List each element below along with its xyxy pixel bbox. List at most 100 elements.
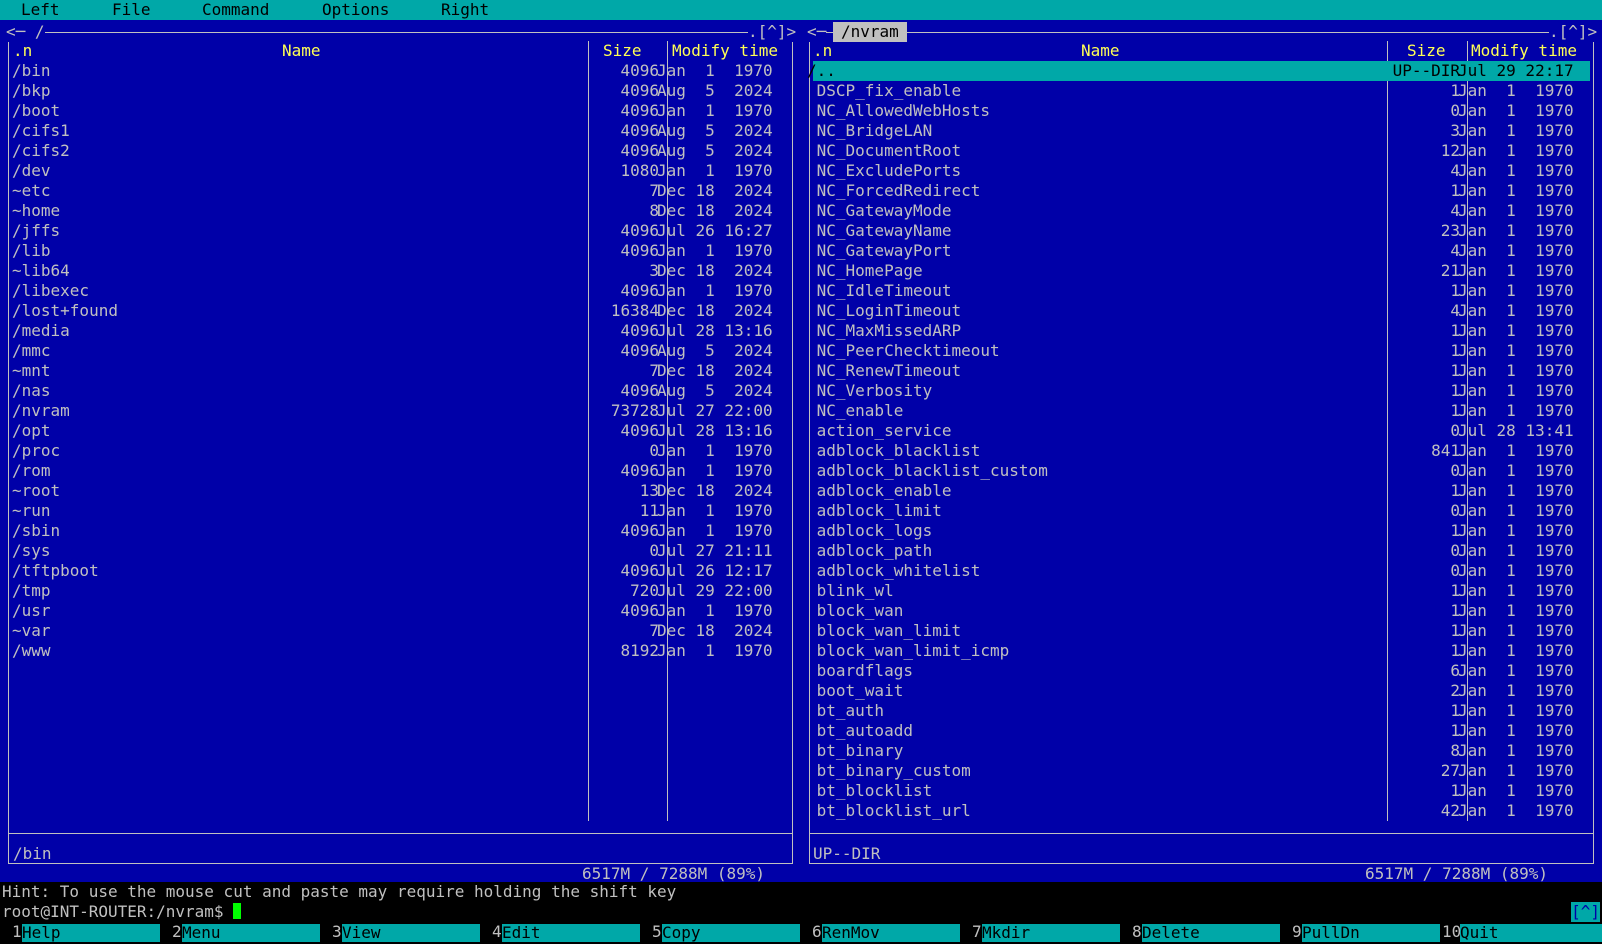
right-panel-path[interactable]: /nvram bbox=[833, 22, 907, 42]
menu-right[interactable]: Right bbox=[441, 0, 489, 20]
left-file-row[interactable]: /libexec 4096 Jan 1 1970 bbox=[12, 281, 789, 301]
fkey-quit-button[interactable]: 10 Quit bbox=[1440, 922, 1602, 944]
right-file-row[interactable]: NC_AllowedWebHosts 0 Jan 1 1970 bbox=[813, 101, 1590, 121]
command-line[interactable]: root@INT-ROUTER:/nvram$ bbox=[0, 902, 1602, 922]
right-file-row[interactable]: adblock_limit 0 Jan 1 1970 bbox=[813, 501, 1590, 521]
right-col-modify-header[interactable]: Modify time bbox=[1471, 41, 1577, 61]
fkey-renmov-button[interactable]: 6 RenMov bbox=[800, 922, 960, 944]
right-file-row[interactable]: DSCP_fix_enable 1 Jan 1 1970 bbox=[813, 81, 1590, 101]
left-file-row[interactable]: /nvram 73728 Jul 27 22:00 bbox=[12, 401, 789, 421]
left-file-row[interactable]: ~root 13 Dec 18 2024 bbox=[12, 481, 789, 501]
right-file-row[interactable]: adblock_whitelist 0 Jan 1 1970 bbox=[813, 561, 1590, 581]
fkey-menu-button[interactable]: 2 Menu bbox=[160, 922, 320, 944]
right-file-row[interactable]: boardflags 6 Jan 1 1970 bbox=[813, 661, 1590, 681]
left-file-row[interactable]: ~mnt 7 Dec 18 2024 bbox=[12, 361, 789, 381]
left-file-row[interactable]: /tftpboot 4096 Jul 26 12:17 bbox=[12, 561, 789, 581]
left-file-row[interactable]: /nas 4096 Aug 5 2024 bbox=[12, 381, 789, 401]
left-file-row[interactable]: /boot 4096 Jan 1 1970 bbox=[12, 101, 789, 121]
right-file-row[interactable]: NC_MaxMissedARP 1 Jan 1 1970 bbox=[813, 321, 1590, 341]
right-panel-path-arrow[interactable]: <─ bbox=[807, 22, 827, 42]
left-file-row[interactable]: ~lib64 3 Dec 18 2024 bbox=[12, 261, 789, 281]
fkey-delete-button[interactable]: 8 Delete bbox=[1120, 922, 1280, 944]
left-file-row[interactable]: ~var 7 Dec 18 2024 bbox=[12, 621, 789, 641]
left-file-row[interactable]: /lib 4096 Jan 1 1970 bbox=[12, 241, 789, 261]
left-file-row[interactable]: /cifs2 4096 Aug 5 2024 bbox=[12, 141, 789, 161]
right-file-row[interactable]: adblock_blacklist 841 Jan 1 1970 bbox=[813, 441, 1590, 461]
left-file-row[interactable]: /www 8192 Jan 1 1970 bbox=[12, 641, 789, 661]
left-file-row[interactable]: /media 4096 Jul 28 13:16 bbox=[12, 321, 789, 341]
menu-options[interactable]: Options bbox=[322, 0, 389, 20]
right-file-row[interactable]: /.. UP--DIR Jul 29 22:17 bbox=[807, 61, 1590, 81]
left-col-name-header[interactable]: Name bbox=[282, 41, 321, 61]
fkey-view-button[interactable]: 3 View bbox=[320, 922, 480, 944]
right-file-row[interactable]: bt_binary_custom 27 Jan 1 1970 bbox=[813, 761, 1590, 781]
left-panel-history-button[interactable]: .[^]> bbox=[748, 22, 797, 42]
right-file-row[interactable]: NC_LoginTimeout 4 Jan 1 1970 bbox=[813, 301, 1590, 321]
right-file-row[interactable]: NC_GatewayPort 4 Jan 1 1970 bbox=[813, 241, 1590, 261]
menu-file[interactable]: File bbox=[112, 0, 151, 20]
right-file-row[interactable]: bt_auth 1 Jan 1 1970 bbox=[813, 701, 1590, 721]
left-file-row[interactable]: /cifs1 4096 Aug 5 2024 bbox=[12, 121, 789, 141]
right-file-row[interactable]: adblock_enable 1 Jan 1 1970 bbox=[813, 481, 1590, 501]
left-file-row[interactable]: ~run 11 Jan 1 1970 bbox=[12, 501, 789, 521]
fkey-edit-button[interactable]: 4 Edit bbox=[480, 922, 640, 944]
left-file-row[interactable]: /lost+found 16384 Dec 18 2024 bbox=[12, 301, 789, 321]
left-file-row[interactable]: /rom 4096 Jan 1 1970 bbox=[12, 461, 789, 481]
right-file-row[interactable]: adblock_logs 1 Jan 1 1970 bbox=[813, 521, 1590, 541]
right-file-row[interactable]: bt_binary 8 Jan 1 1970 bbox=[813, 741, 1590, 761]
right-file-row[interactable]: boot_wait 2 Jan 1 1970 bbox=[813, 681, 1590, 701]
left-file-row[interactable]: ~home 8 Dec 18 2024 bbox=[12, 201, 789, 221]
right-file-row[interactable]: action_service 0 Jul 28 13:41 bbox=[813, 421, 1590, 441]
right-file-row[interactable]: bt_blocklist_url 42 Jan 1 1970 bbox=[813, 801, 1590, 821]
right-file-row[interactable]: NC_GatewayName 23 Jan 1 1970 bbox=[813, 221, 1590, 241]
left-file-row[interactable]: /jffs 4096 Jul 26 16:27 bbox=[12, 221, 789, 241]
right-file-row[interactable]: NC_enable 1 Jan 1 1970 bbox=[813, 401, 1590, 421]
right-file-row[interactable]: NC_RenewTimeout 1 Jan 1 1970 bbox=[813, 361, 1590, 381]
right-file-row[interactable]: adblock_path 0 Jan 1 1970 bbox=[813, 541, 1590, 561]
right-file-row[interactable]: bt_blocklist 1 Jan 1 1970 bbox=[813, 781, 1590, 801]
fkey-copy-button[interactable]: 5 Copy bbox=[640, 922, 800, 944]
left-panel[interactable]: <─ / .[^]> .n Name Size Modify time /bin… bbox=[0, 20, 801, 884]
left-file-row[interactable]: /sbin 4096 Jan 1 1970 bbox=[12, 521, 789, 541]
left-panel-path[interactable]: <─ / bbox=[6, 22, 45, 42]
right-file-row[interactable]: NC_IdleTimeout 1 Jan 1 1970 bbox=[813, 281, 1590, 301]
left-file-row[interactable]: ~etc 7 Dec 18 2024 bbox=[12, 181, 789, 201]
right-file-row[interactable]: NC_HomePage 21 Jan 1 1970 bbox=[813, 261, 1590, 281]
left-file-row[interactable]: /mmc 4096 Aug 5 2024 bbox=[12, 341, 789, 361]
right-col-size-header[interactable]: Size bbox=[1407, 41, 1446, 61]
right-file-row[interactable]: NC_Verbosity 1 Jan 1 1970 bbox=[813, 381, 1590, 401]
left-file-row[interactable]: /bin 4096 Jan 1 1970 bbox=[12, 61, 789, 81]
right-file-row[interactable]: block_wan 1 Jan 1 1970 bbox=[813, 601, 1590, 621]
left-file-row[interactable]: /usr 4096 Jan 1 1970 bbox=[12, 601, 789, 621]
right-file-row[interactable]: bt_autoadd 1 Jan 1 1970 bbox=[813, 721, 1590, 741]
fkey-mkdir-button[interactable]: 7 Mkdir bbox=[960, 922, 1120, 944]
right-file-row[interactable]: NC_ExcludePorts 4 Jan 1 1970 bbox=[813, 161, 1590, 181]
fkey-pulldn-button[interactable]: 9 PullDn bbox=[1280, 922, 1440, 944]
right-file-row[interactable]: block_wan_limit_icmp 1 Jan 1 1970 bbox=[813, 641, 1590, 661]
right-file-row[interactable]: adblock_blacklist_custom 0 Jan 1 1970 bbox=[813, 461, 1590, 481]
command-history-button[interactable]: [^] bbox=[1571, 902, 1600, 922]
right-file-row[interactable]: NC_GatewayMode 4 Jan 1 1970 bbox=[813, 201, 1590, 221]
right-file-row[interactable]: NC_DocumentRoot 12 Jan 1 1970 bbox=[813, 141, 1590, 161]
right-panel-history-button[interactable]: .[^]> bbox=[1549, 22, 1598, 42]
left-file-row[interactable]: /proc 0 Jan 1 1970 bbox=[12, 441, 789, 461]
left-file-row[interactable]: /opt 4096 Jul 28 13:16 bbox=[12, 421, 789, 441]
left-sort-indicator[interactable]: .n bbox=[13, 41, 32, 61]
left-col-size-header[interactable]: Size bbox=[603, 41, 642, 61]
right-file-row[interactable]: NC_ForcedRedirect 1 Jan 1 1970 bbox=[813, 181, 1590, 201]
right-file-row[interactable]: blink_wl 1 Jan 1 1970 bbox=[813, 581, 1590, 601]
left-file-row[interactable]: /sys 0 Jul 27 21:11 bbox=[12, 541, 789, 561]
right-panel[interactable]: <─ /nvram .[^]> .n Name Size Modify time… bbox=[801, 20, 1602, 884]
left-file-row[interactable]: /dev 1080 Jan 1 1970 bbox=[12, 161, 789, 181]
right-sort-indicator[interactable]: .n bbox=[813, 41, 832, 61]
right-col-name-header[interactable]: Name bbox=[1081, 41, 1120, 61]
left-file-row[interactable]: /bkp 4096 Aug 5 2024 bbox=[12, 81, 789, 101]
left-col-modify-header[interactable]: Modify time bbox=[672, 41, 778, 61]
right-file-row[interactable]: NC_BridgeLAN 3 Jan 1 1970 bbox=[813, 121, 1590, 141]
fkey-help-button[interactable]: 1 Help bbox=[0, 922, 160, 944]
right-file-row[interactable]: block_wan_limit 1 Jan 1 1970 bbox=[813, 621, 1590, 641]
left-file-row[interactable]: /tmp 720 Jul 29 22:00 bbox=[12, 581, 789, 601]
menu-left[interactable]: Left bbox=[21, 0, 60, 20]
right-file-row[interactable]: NC_PeerChecktimeout 1 Jan 1 1970 bbox=[813, 341, 1590, 361]
menu-command[interactable]: Command bbox=[202, 0, 269, 20]
